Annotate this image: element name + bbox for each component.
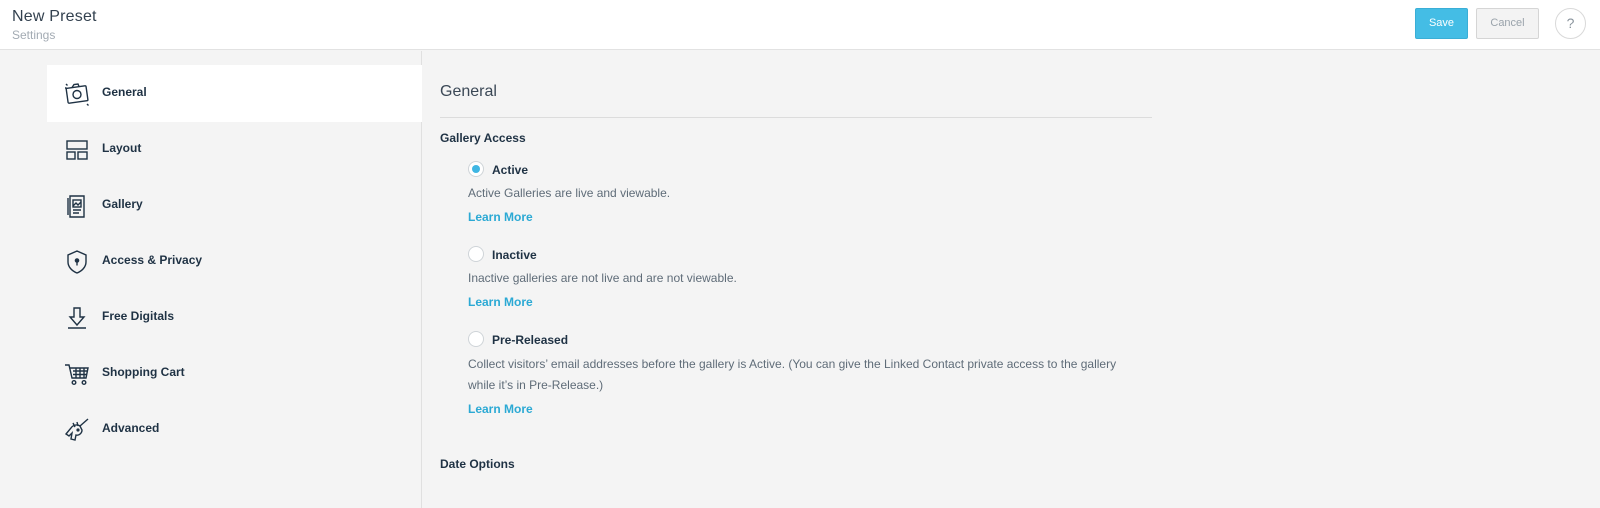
settings-sidebar: General Layout Gallery Access & Privacy … xyxy=(0,51,422,508)
unicorn-icon xyxy=(62,415,92,445)
shield-icon xyxy=(62,247,92,277)
sidebar-item-gallery[interactable]: Gallery xyxy=(47,177,422,234)
sidebar-item-access-privacy[interactable]: Access & Privacy xyxy=(47,233,422,290)
sidebar-item-layout[interactable]: Layout xyxy=(47,121,422,178)
settings-content: General Gallery Access Active Active Gal… xyxy=(440,51,1160,508)
sidebar-item-label: Free Digitals xyxy=(102,309,175,323)
description-pre-released-line1: Collect visitors’ email addresses before… xyxy=(468,357,1117,371)
page-title: New Preset xyxy=(12,8,97,25)
radio-inactive[interactable] xyxy=(468,246,484,262)
sidebar-item-label: General xyxy=(102,85,147,99)
sidebar-item-general[interactable]: General xyxy=(47,65,422,122)
cancel-button[interactable]: Cancel xyxy=(1476,8,1539,39)
sidebar-item-label: Access & Privacy xyxy=(102,253,203,267)
description-active: Active Galleries are live and viewable. xyxy=(468,186,671,200)
cart-icon xyxy=(62,359,92,389)
section-title: General xyxy=(440,83,497,100)
sidebar-item-label: Advanced xyxy=(102,421,160,435)
download-icon xyxy=(62,303,92,333)
section-divider xyxy=(440,117,1152,118)
page-subtitle: Settings xyxy=(12,28,56,42)
top-bar: New Preset Settings Save Cancel ? xyxy=(0,0,1600,50)
gallery-access-title: Gallery Access xyxy=(440,131,526,145)
radio-label-pre-released: Pre-Released xyxy=(492,333,569,347)
radio-label-inactive: Inactive xyxy=(492,248,537,262)
sidebar-item-shopping-cart[interactable]: Shopping Cart xyxy=(47,345,422,402)
learn-more-link-active[interactable]: Learn More xyxy=(468,210,533,224)
description-pre-released-line2: while it’s in Pre-Release.) xyxy=(468,378,604,392)
help-button[interactable]: ? xyxy=(1555,8,1586,39)
gallery-icon xyxy=(62,191,92,221)
description-inactive: Inactive galleries are not live and are … xyxy=(468,271,737,285)
date-options-title: Date Options xyxy=(440,457,515,471)
layout-icon xyxy=(62,135,92,165)
learn-more-link-pre-released[interactable]: Learn More xyxy=(468,402,533,416)
sidebar-item-label: Layout xyxy=(102,141,142,155)
save-button[interactable]: Save xyxy=(1415,8,1468,39)
sidebar-item-label: Shopping Cart xyxy=(102,365,185,379)
sidebar-item-free-digitals[interactable]: Free Digitals xyxy=(47,289,422,346)
sidebar-item-label: Gallery xyxy=(102,197,143,211)
radio-pre-released[interactable] xyxy=(468,331,484,347)
radio-label-active: Active xyxy=(492,163,529,177)
learn-more-link-inactive[interactable]: Learn More xyxy=(468,295,533,309)
camera-icon xyxy=(62,79,92,109)
sidebar-item-advanced[interactable]: Advanced xyxy=(47,401,422,458)
radio-active[interactable] xyxy=(468,161,484,177)
